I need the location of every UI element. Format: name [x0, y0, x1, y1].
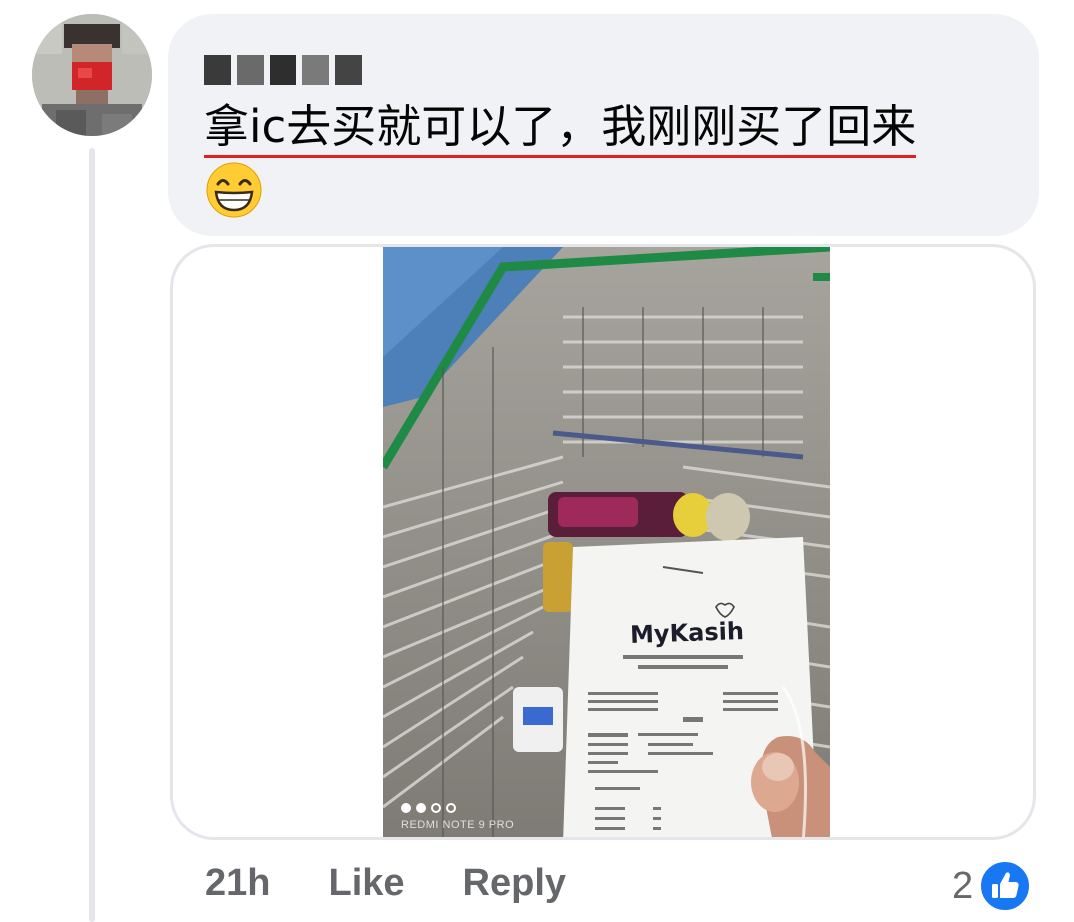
avatar[interactable]: [32, 14, 152, 136]
photo-attachment[interactable]: MyKasih REDMI NOTE 9 PRO: [170, 244, 1036, 840]
comment-text-underlined: 拿ic去买就可以了，我刚刚买了回来: [204, 100, 917, 158]
reaction-summary[interactable]: 2: [952, 860, 1032, 912]
thumbs-up-icon: [979, 860, 1032, 912]
comment-actions: 21h Like Reply: [205, 862, 624, 905]
carousel-dot: [446, 803, 456, 813]
reaction-count: 2: [952, 864, 974, 907]
carousel-indicator: [401, 803, 456, 813]
comment-text: 拿ic去买就可以了，我刚刚买了回来: [204, 98, 979, 158]
reply-thread-line: [89, 148, 95, 922]
author-name[interactable]: ■■■■■: [204, 50, 374, 90]
receipt-brand-text: MyKasih: [629, 617, 745, 649]
avatar-image: [32, 14, 152, 136]
comment-bubble: ■■■■■ 拿ic去买就可以了，我刚刚买了回来: [168, 14, 1039, 236]
carousel-dot: [416, 803, 426, 813]
reply-button[interactable]: Reply: [463, 862, 566, 905]
receipt-photo[interactable]: MyKasih REDMI NOTE 9 PRO: [383, 247, 830, 837]
shopping-cart-photo-image: [383, 247, 830, 837]
like-button[interactable]: Like: [328, 862, 404, 905]
author-name-text: ■■■■■: [368, 69, 374, 71]
carousel-dot: [401, 803, 411, 813]
carousel-dot: [431, 803, 441, 813]
timestamp-link[interactable]: 21h: [205, 862, 270, 905]
grinning-face-emoji-icon: [206, 162, 262, 218]
camera-watermark: REDMI NOTE 9 PRO: [401, 819, 515, 831]
